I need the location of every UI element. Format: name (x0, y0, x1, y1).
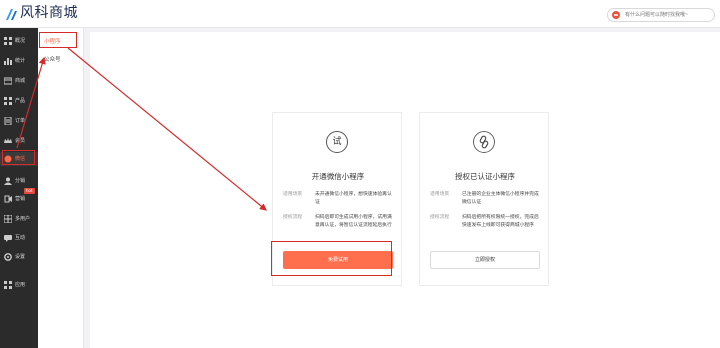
nav-label: 营销 (15, 196, 26, 202)
authorize-now-button[interactable]: 立即授权 (430, 251, 540, 269)
content-panel (90, 32, 720, 348)
search-icon (612, 11, 620, 19)
nav-item-distribution[interactable]: 分销 (0, 174, 38, 188)
nav-label: 应用 (15, 282, 26, 288)
trial-card: 试 开通微信小程序 适用场景 未开通微信小程序，想快速体验再认证 授权流程 扫码… (272, 112, 402, 286)
search-box[interactable] (607, 8, 715, 22)
nav-item-settings[interactable]: 设置 (0, 250, 38, 264)
nav-label: 统计 (15, 58, 26, 64)
nav-item-order[interactable]: 订单 (0, 114, 38, 128)
nav-item-multiuser[interactable]: 多用户 (0, 212, 38, 226)
nav-label: 订单 (15, 118, 26, 124)
nav-item-apps[interactable]: 应用 (0, 278, 38, 292)
authorize-card: 授权已认证小程序 适用场景 已注册的企业主体微信小程序并完成微信认证 授权流程 … (419, 112, 549, 286)
nav-item-product[interactable]: 产品 (0, 94, 38, 108)
overview-icon (4, 37, 12, 45)
trial-row2-label: 授权流程 (283, 215, 303, 220)
free-trial-button[interactable]: 免费试用 (283, 251, 393, 269)
interaction-icon (4, 235, 12, 242)
trial-row2-value: 扫码后即可生成试用小程序，试用满意再认证，将暂信认证流程延后执行 (315, 215, 392, 228)
nav-label: 商城 (15, 78, 26, 84)
authorize-row1-value: 已注册的企业主体微信小程序并完成微信认证 (462, 192, 539, 205)
brand-logo-icon (6, 9, 17, 20)
order-icon (4, 117, 12, 125)
brand-name: 风科商城 (20, 5, 78, 21)
wechat-icon (4, 155, 12, 163)
distribution-icon (4, 177, 12, 185)
nav-item-stats[interactable]: 统计 (0, 54, 38, 68)
nav-label: 设置 (15, 254, 26, 260)
product-icon (4, 97, 12, 105)
nav-item-wechat[interactable]: 微信 (0, 152, 38, 166)
trial-badge-text: 试 (332, 137, 342, 147)
nav-label: 产品 (15, 98, 26, 104)
app-window: 风科商城 概况 统计 商城 产品 订单 (0, 0, 720, 348)
nav-label: 互动 (15, 235, 26, 241)
nav-label: 概况 (15, 38, 26, 44)
authorize-row2-value: 扫码后把所有权限统一授权，完成后快速发布上线即可获得商城小程序 (462, 215, 539, 228)
nav-item-overview[interactable]: 概况 (0, 34, 38, 48)
member-icon (4, 138, 12, 143)
apps-icon (4, 281, 12, 289)
nav-item-store[interactable]: 商城 (0, 74, 38, 88)
authorize-row2-label: 授权流程 (430, 215, 450, 220)
link-icon (473, 131, 495, 153)
sub-nav: 小程序 公众号 (38, 28, 84, 348)
authorize-card-title: 授权已认证小程序 (455, 172, 515, 181)
settings-icon (4, 253, 12, 261)
marketing-icon (4, 195, 12, 203)
nav-label: 会员 (15, 138, 26, 144)
authorize-row1-label: 适用场景 (430, 192, 450, 197)
nav-item-marketing[interactable]: 营销 hot (0, 188, 38, 206)
multiuser-icon (4, 215, 12, 223)
nav-label: 分销 (15, 178, 26, 184)
trial-badge-icon: 试 (326, 131, 348, 153)
stats-icon (4, 58, 12, 65)
trial-card-title: 开通微信小程序 (311, 172, 365, 181)
sub-item-official-account[interactable]: 公众号 (44, 56, 61, 64)
nav-item-member[interactable]: 会员 (0, 134, 38, 148)
hot-badge: hot (24, 188, 35, 194)
nav-item-interaction[interactable]: 互动 (0, 231, 38, 245)
nav-label: 多用户 (15, 216, 31, 222)
trial-row1-value: 未开通微信小程序，想快速体验再认证 (315, 192, 392, 205)
store-icon (4, 77, 12, 85)
search-input[interactable] (625, 9, 713, 21)
trial-row1-label: 适用场景 (283, 192, 303, 197)
top-bar: 风科商城 (0, 0, 720, 28)
nav-label: 微信 (15, 156, 26, 162)
main-nav: 概况 统计 商城 产品 订单 会员 微信 分销 营销 hot 多用户 互动 设置… (0, 28, 38, 348)
sub-item-mini-program[interactable]: 小程序 (44, 38, 61, 46)
